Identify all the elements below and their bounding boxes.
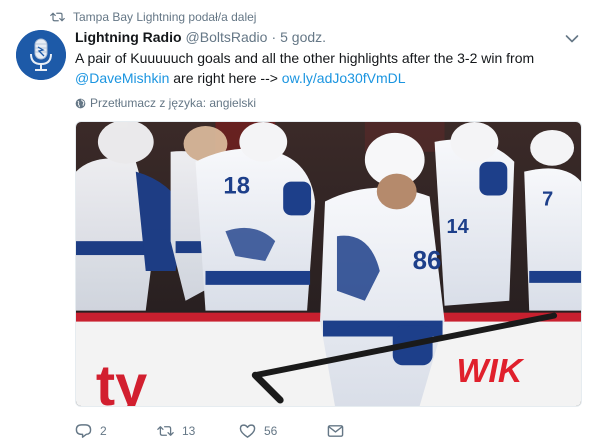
mention-link[interactable]: @DaveMishkin bbox=[75, 70, 169, 86]
reply-count: 2 bbox=[100, 424, 107, 438]
retweet-icon bbox=[50, 12, 65, 22]
globe-icon bbox=[75, 98, 86, 108]
avatar[interactable] bbox=[16, 30, 66, 80]
tweet-text-line2: @DaveMishkin are right here --> ow.ly/ad… bbox=[75, 68, 575, 88]
tweet-text: A pair of Kuuuuuch goals and all the oth… bbox=[75, 48, 575, 88]
tweet-text-mid: are right here --> bbox=[169, 70, 282, 86]
tweet-timestamp[interactable]: 5 godz. bbox=[280, 29, 326, 45]
board-ad-left: ty bbox=[96, 354, 147, 406]
envelope-icon bbox=[327, 425, 344, 437]
tweet-photo[interactable]: ty WIK 18 86 14 7 bbox=[75, 121, 582, 407]
reply-button[interactable]: 2 bbox=[75, 423, 157, 439]
tweet-header: Lightning Radio @BoltsRadio · 5 godz. bbox=[75, 29, 326, 49]
like-count: 56 bbox=[264, 424, 278, 438]
jersey-number-7: 7 bbox=[542, 188, 553, 210]
jersey-number-14: 14 bbox=[447, 216, 469, 238]
author-handle[interactable]: @BoltsRadio bbox=[186, 29, 268, 45]
retweet-icon bbox=[157, 426, 174, 436]
header-separator: · bbox=[271, 29, 277, 45]
jersey-number-18: 18 bbox=[223, 173, 250, 200]
hockey-celebration-photo: ty WIK 18 86 14 7 bbox=[76, 122, 581, 406]
board-ad-right: WIK bbox=[456, 352, 524, 390]
author-name[interactable]: Lightning Radio bbox=[75, 29, 182, 45]
tweet-text-line1: A pair of Kuuuuuch goals and all the oth… bbox=[75, 50, 535, 66]
like-button[interactable]: 56 bbox=[239, 423, 327, 439]
more-options-button[interactable] bbox=[563, 32, 581, 46]
retweet-count: 13 bbox=[182, 424, 196, 438]
translate-label: Przetłumacz z języka: angielski bbox=[90, 96, 257, 110]
retweet-button[interactable]: 13 bbox=[157, 423, 239, 439]
retweet-context-label: Tampa Bay Lightning podał/a dalej bbox=[73, 10, 257, 24]
chevron-down-icon bbox=[565, 35, 579, 43]
url-link[interactable]: ow.ly/adJo30fVmDL bbox=[282, 70, 406, 86]
tweet-card[interactable]: Tampa Bay Lightning podał/a dalej Lightn… bbox=[0, 0, 603, 448]
jersey-number-86: 86 bbox=[413, 247, 442, 275]
heart-icon bbox=[239, 424, 256, 438]
reply-icon bbox=[75, 424, 92, 438]
microphone-icon bbox=[16, 30, 66, 80]
retweet-context[interactable]: Tampa Bay Lightning podał/a dalej bbox=[50, 9, 256, 25]
direct-message-button[interactable] bbox=[327, 423, 357, 439]
tweet-actions: 2 13 56 bbox=[75, 420, 357, 442]
translate-button[interactable]: Przetłumacz z języka: angielski bbox=[75, 95, 256, 111]
